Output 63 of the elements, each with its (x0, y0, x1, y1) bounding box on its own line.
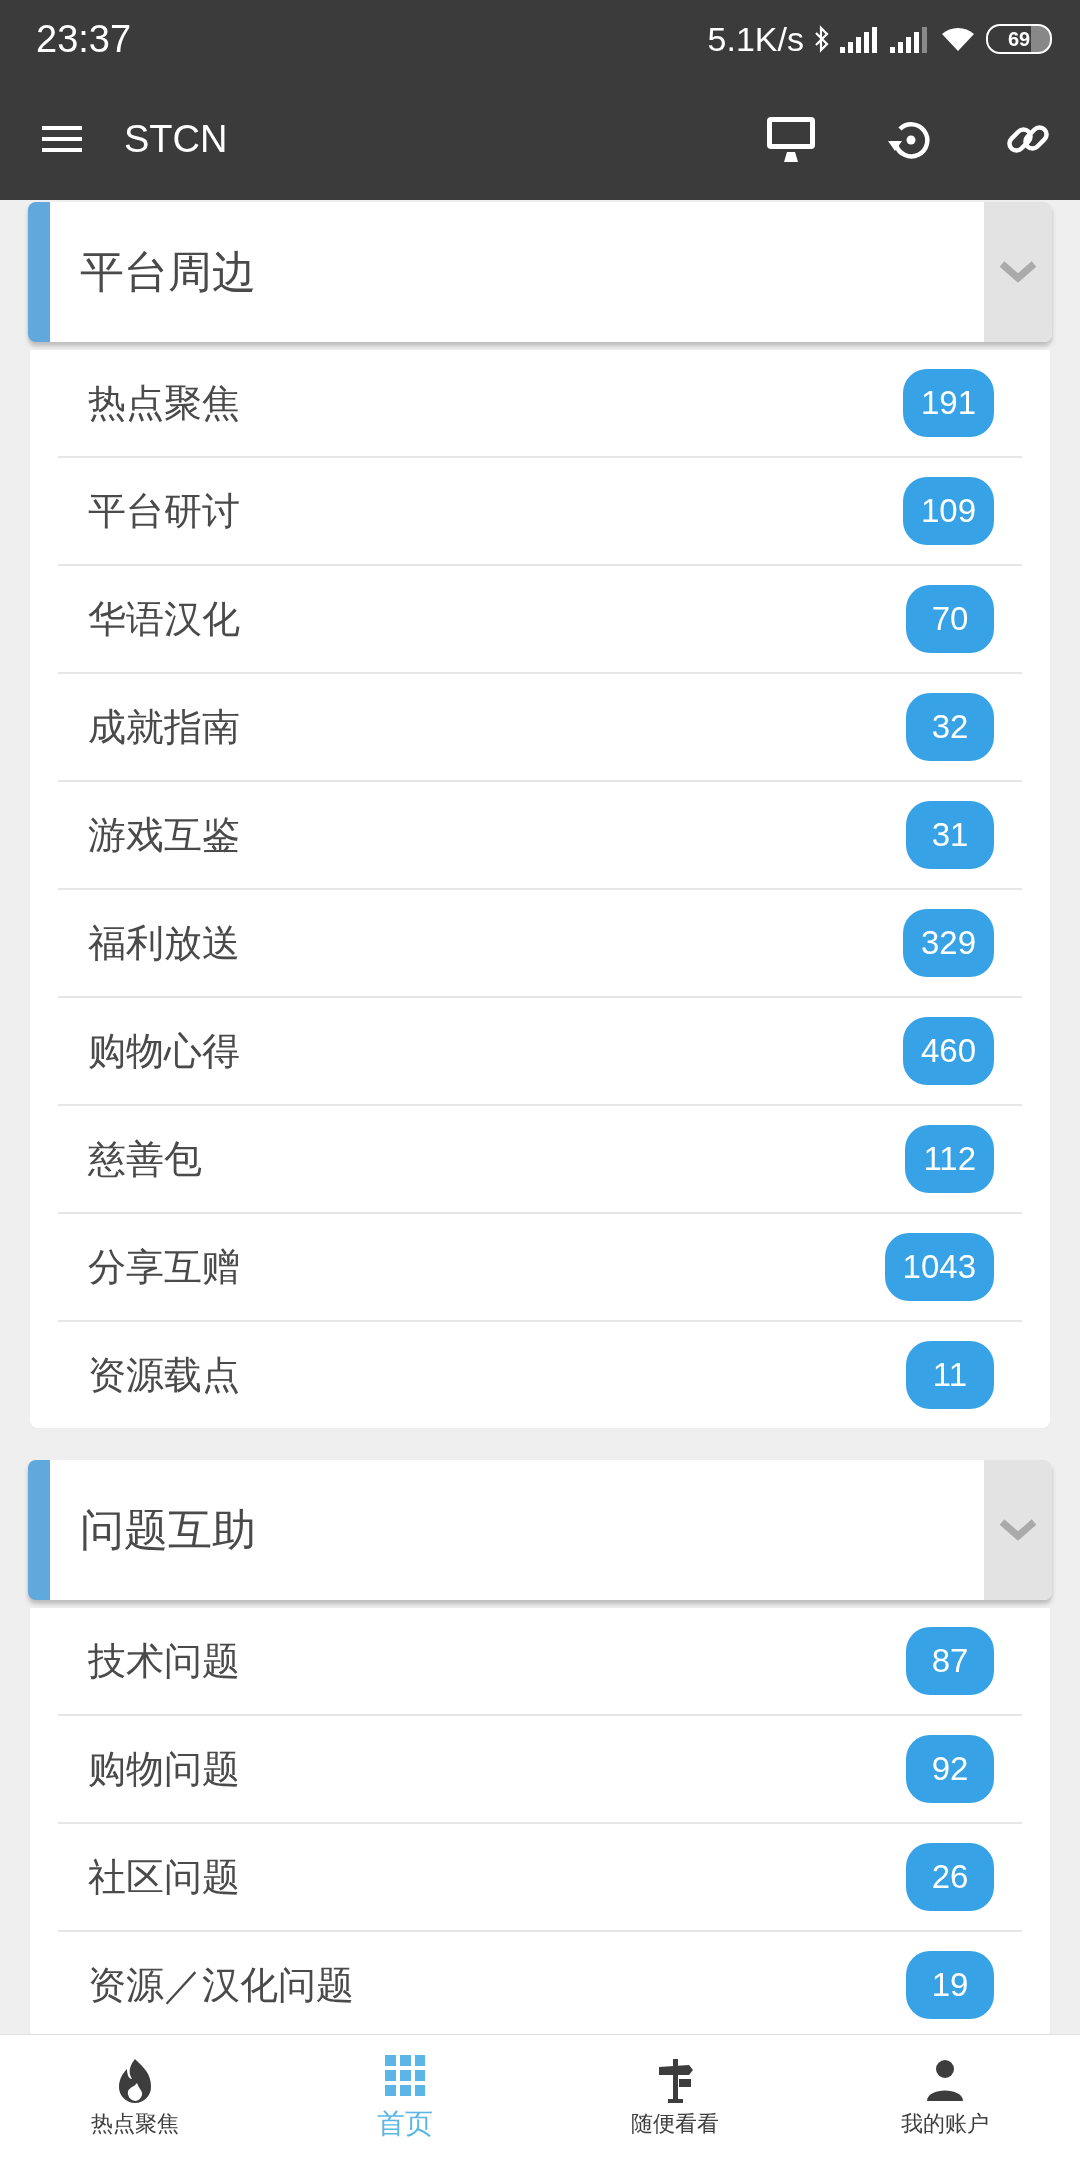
topic-count: 26 (906, 1843, 994, 1911)
category-row[interactable]: 购物问题 92 (58, 1716, 1022, 1824)
category-name: 游戏互鉴 (88, 812, 240, 858)
category-row[interactable]: 福利放送 329 (58, 890, 1022, 998)
signal-icon (890, 25, 930, 53)
topic-count: 70 (906, 585, 994, 653)
menu-icon[interactable] (42, 124, 82, 154)
category-row[interactable]: 慈善包 112 (58, 1106, 1022, 1214)
topic-count: 112 (905, 1125, 994, 1193)
category-name: 资源／汉化问题 (88, 1962, 354, 2008)
category-row[interactable]: 成就指南 32 (58, 674, 1022, 782)
topic-count: 191 (902, 369, 994, 437)
topic-count: 11 (906, 1341, 994, 1409)
signal-icon (840, 25, 880, 53)
category-name: 热点聚焦 (88, 380, 240, 426)
category-row[interactable]: 资源／汉化问题 19 (58, 1932, 1022, 2034)
category-row[interactable]: 技术问题 87 (58, 1608, 1022, 1716)
category-name: 分享互赠 (88, 1244, 240, 1290)
topic-count: 109 (902, 477, 994, 545)
wifi-icon (940, 25, 976, 53)
chevron-down-icon (998, 1518, 1038, 1542)
section-header[interactable]: 问题互助 (28, 1460, 1052, 1600)
category-row[interactable]: 社区问题 26 (58, 1824, 1022, 1932)
category-name: 社区问题 (88, 1854, 240, 1900)
category-row[interactable]: 游戏互鉴 31 (58, 782, 1022, 890)
section-title: 问题互助 (80, 1503, 256, 1556)
topic-count: 31 (906, 801, 994, 869)
expand-toggle[interactable] (984, 1460, 1052, 1600)
battery-indicator: 69 (986, 24, 1052, 54)
topic-count: 87 (906, 1627, 994, 1695)
category-name: 慈善包 (88, 1136, 202, 1182)
monitor-icon[interactable] (766, 116, 816, 162)
clock-time: 23:37 (36, 17, 132, 61)
section-header[interactable]: 平台周边 (28, 202, 1052, 342)
section-title: 平台周边 (80, 245, 256, 298)
nav-tab[interactable]: 我的账户 (810, 2035, 1080, 2160)
category-row[interactable]: 华语汉化 70 (58, 566, 1022, 674)
category-name: 资源载点 (88, 1352, 240, 1398)
category-name: 华语汉化 (88, 596, 240, 642)
category-name: 福利放送 (88, 920, 240, 966)
category-name: 成就指南 (88, 704, 240, 750)
category-row[interactable]: 购物心得 460 (58, 998, 1022, 1106)
topic-count: 460 (902, 1017, 994, 1085)
nav-tab[interactable]: 热点聚焦 (0, 2035, 270, 2160)
category-row[interactable]: 热点聚焦 191 (58, 350, 1022, 458)
nav-tab[interactable]: 随便看看 (540, 2035, 810, 2160)
category-name: 购物心得 (88, 1028, 240, 1074)
bluetooth-icon (814, 25, 830, 53)
topic-count: 1043 (884, 1233, 994, 1301)
app-title: STCN (124, 117, 228, 161)
topic-count: 329 (902, 909, 994, 977)
chevron-down-icon (998, 260, 1038, 284)
topic-count: 32 (906, 693, 994, 761)
category-name: 购物问题 (88, 1746, 240, 1792)
topic-count: 19 (906, 1951, 994, 2019)
category-name: 技术问题 (88, 1638, 240, 1684)
topic-count: 92 (906, 1735, 994, 1803)
category-row[interactable]: 平台研讨 109 (58, 458, 1022, 566)
category-row[interactable]: 分享互赠 1043 (58, 1214, 1022, 1322)
expand-toggle[interactable] (984, 202, 1052, 342)
network-speed: 5.1K/s (707, 19, 804, 59)
category-name: 平台研讨 (88, 488, 240, 534)
category-row[interactable]: 资源载点 11 (58, 1322, 1022, 1428)
